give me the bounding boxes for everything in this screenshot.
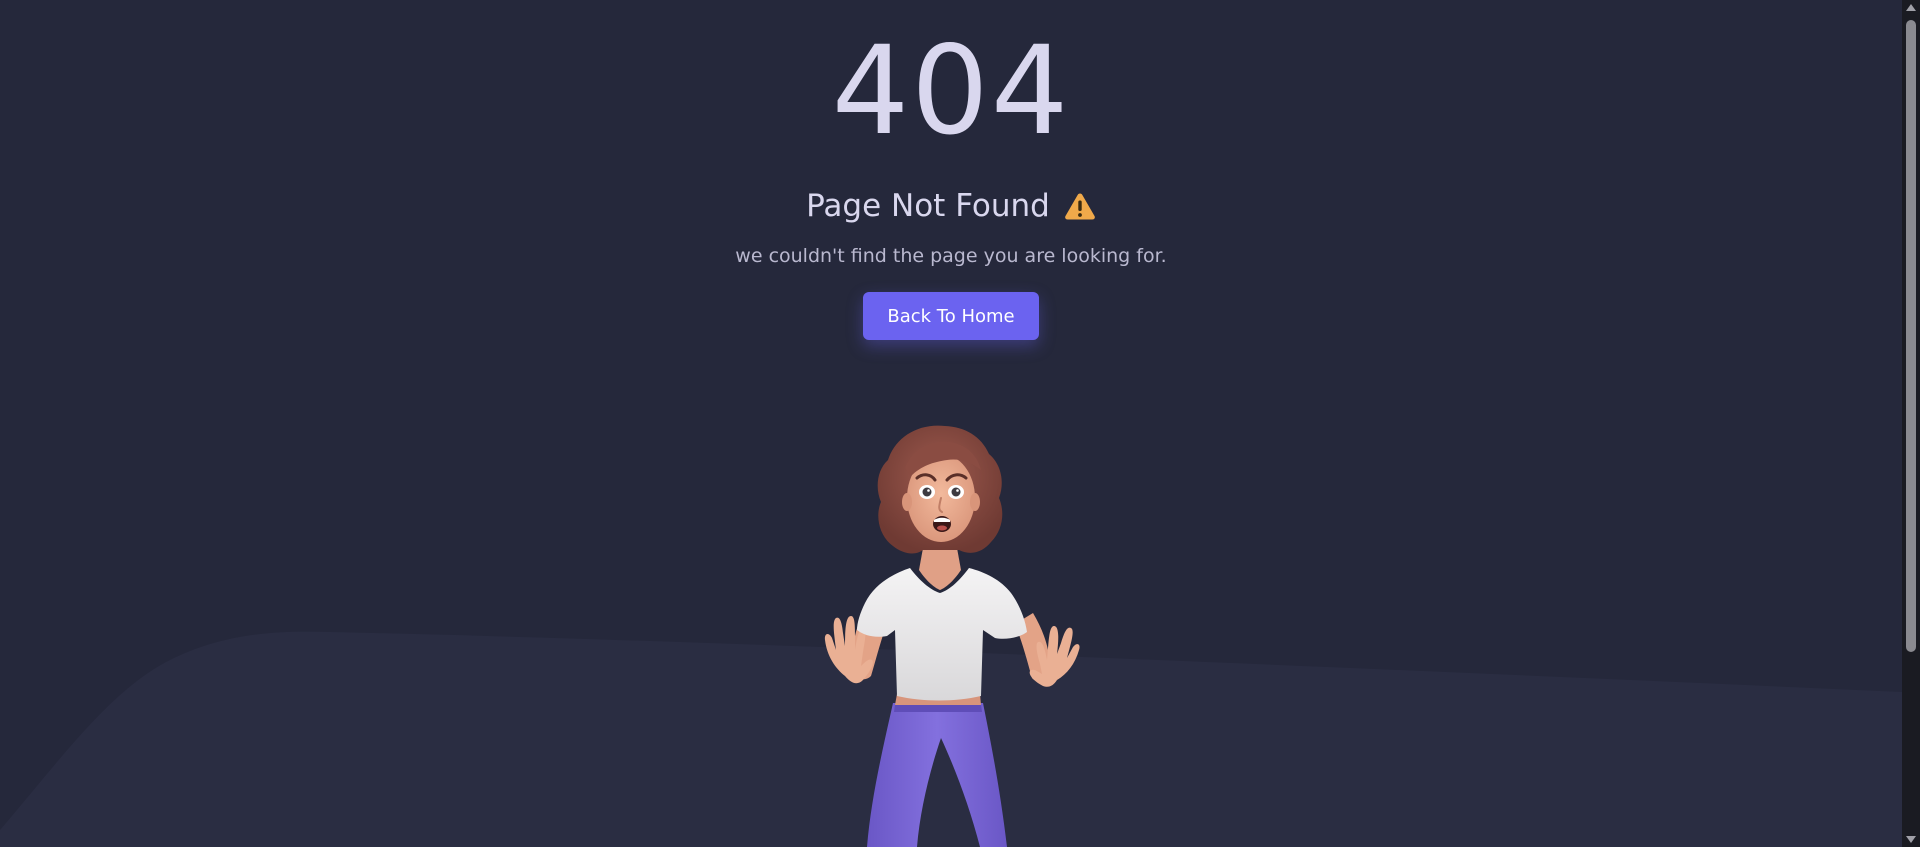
back-to-home-button[interactable]: Back To Home [863,292,1039,340]
title-row: Page Not Found [806,186,1096,226]
error-message: we couldn't find the page you are lookin… [735,245,1167,267]
error-content: 404 Page Not Found we couldn't find the … [0,0,1902,340]
warning-icon [1064,193,1095,220]
scroll-thumb[interactable] [1906,20,1916,652]
error-code: 404 [831,20,1071,162]
scroll-up-arrow-icon[interactable] [1906,4,1916,11]
surprised-woman-illustration [824,425,1080,847]
scroll-down-arrow-icon[interactable] [1906,836,1916,843]
page-title: Page Not Found [806,188,1050,224]
error-page: 404 Page Not Found we couldn't find the … [0,0,1920,847]
vertical-scrollbar[interactable] [1902,0,1920,847]
